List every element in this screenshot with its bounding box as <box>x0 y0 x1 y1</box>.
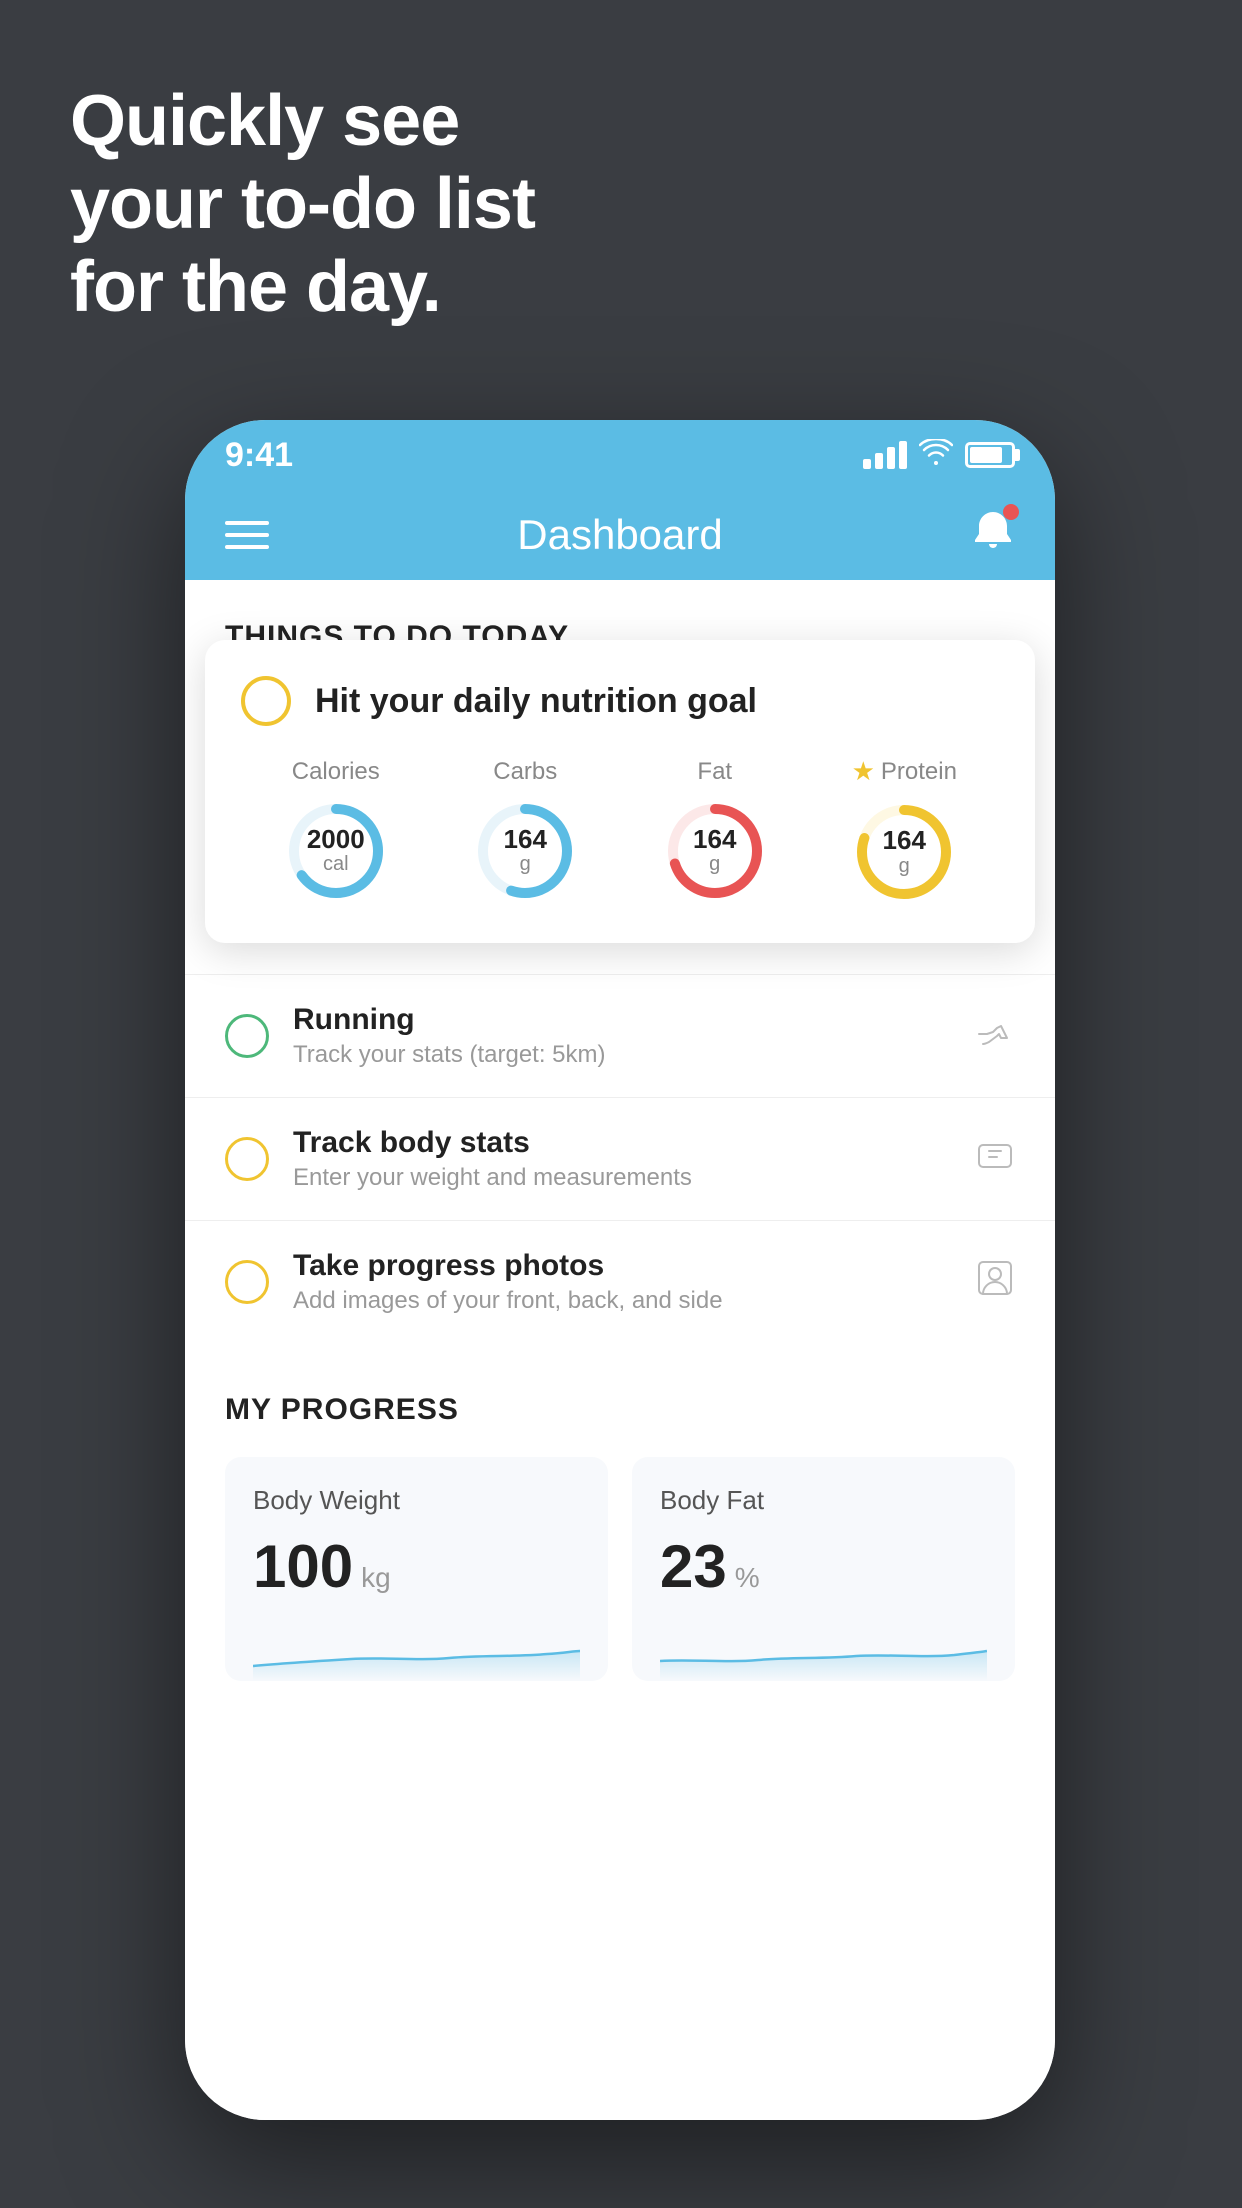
progress-fat-value: 23 % <box>660 1532 987 1601</box>
stat-protein: ★ Protein 164 g <box>849 756 959 907</box>
todo-circle-body-stats <box>225 1137 269 1181</box>
fat-chart <box>660 1621 987 1681</box>
todo-sub-photos: Add images of your front, back, and side <box>293 1287 951 1315</box>
fat-unit: % <box>735 1562 760 1594</box>
weight-chart <box>253 1621 580 1681</box>
donut-fat-value: 164 <box>693 825 736 854</box>
todo-item-photos[interactable]: Take progress photos Add images of your … <box>185 1220 1055 1343</box>
progress-card-fat[interactable]: Body Fat 23 % <box>632 1457 1015 1681</box>
status-icons <box>863 439 1015 472</box>
donut-fat: 164 g <box>660 796 770 906</box>
nutrition-card[interactable]: Hit your daily nutrition goal Calories 2… <box>205 640 1035 943</box>
status-time: 9:41 <box>225 436 293 475</box>
my-progress-title: MY PROGRESS <box>225 1393 1015 1427</box>
progress-cards: Body Weight 100 kg <box>225 1457 1015 1681</box>
todo-name-photos: Take progress photos <box>293 1249 951 1283</box>
stat-fat-label: Fat <box>697 758 732 786</box>
fat-number: 23 <box>660 1532 727 1601</box>
nutrition-stats: Calories 2000 cal Carbs <box>241 756 999 907</box>
nutrition-title: Hit your daily nutrition goal <box>315 682 757 721</box>
todo-sub-running: Track your stats (target: 5km) <box>293 1041 951 1069</box>
hero-text: Quickly see your to-do list for the day. <box>70 80 535 328</box>
stat-calories-label: Calories <box>292 758 380 786</box>
todo-item-running[interactable]: Running Track your stats (target: 5km) <box>185 974 1055 1097</box>
todo-name-running: Running <box>293 1003 951 1037</box>
phone-mockup: 9:41 Dashboard <box>185 420 1055 2120</box>
stat-carbs-label: Carbs <box>493 758 557 786</box>
todo-text-photos: Take progress photos Add images of your … <box>293 1249 951 1315</box>
scale-icon <box>975 1135 1015 1184</box>
todo-circle-photos <box>225 1260 269 1304</box>
progress-weight-title: Body Weight <box>253 1485 580 1516</box>
notification-button[interactable] <box>971 508 1015 562</box>
todo-sub-body-stats: Enter your weight and measurements <box>293 1164 951 1192</box>
progress-weight-value: 100 kg <box>253 1532 580 1601</box>
weight-unit: kg <box>361 1562 391 1594</box>
donut-carbs-value: 164 <box>504 825 547 854</box>
progress-fat-title: Body Fat <box>660 1485 987 1516</box>
nav-title: Dashboard <box>517 511 722 559</box>
signal-icon <box>863 441 907 469</box>
donut-calories-value: 2000 <box>307 825 365 854</box>
person-icon <box>975 1258 1015 1307</box>
todo-list: Running Track your stats (target: 5km) T… <box>185 974 1055 1343</box>
todo-item-body-stats[interactable]: Track body stats Enter your weight and m… <box>185 1097 1055 1220</box>
notification-dot <box>1003 504 1019 520</box>
running-icon <box>975 1015 1015 1057</box>
todo-name-body-stats: Track body stats <box>293 1126 951 1160</box>
stat-protein-label: ★ Protein <box>852 756 957 787</box>
donut-calories: 2000 cal <box>281 796 391 906</box>
stat-fat: Fat 164 g <box>660 758 770 906</box>
phone-content: THINGS TO DO TODAY Hit your daily nutrit… <box>185 580 1055 2120</box>
my-progress-section: MY PROGRESS Body Weight 100 kg <box>185 1343 1055 1721</box>
battery-icon <box>965 442 1015 468</box>
donut-protein-value: 164 <box>883 826 926 855</box>
stat-carbs: Carbs 164 g <box>470 758 580 906</box>
wifi-icon <box>919 439 953 472</box>
nav-bar: Dashboard <box>185 490 1055 580</box>
menu-button[interactable] <box>225 521 269 549</box>
nutrition-check-circle[interactable] <box>241 676 291 726</box>
nutrition-card-header: Hit your daily nutrition goal <box>241 676 999 726</box>
todo-text-body-stats: Track body stats Enter your weight and m… <box>293 1126 951 1192</box>
progress-card-weight[interactable]: Body Weight 100 kg <box>225 1457 608 1681</box>
donut-carbs: 164 g <box>470 796 580 906</box>
todo-circle-running <box>225 1014 269 1058</box>
todo-text-running: Running Track your stats (target: 5km) <box>293 1003 951 1069</box>
stat-calories: Calories 2000 cal <box>281 758 391 906</box>
donut-protein: 164 g <box>849 797 959 907</box>
star-icon: ★ <box>852 756 875 787</box>
status-bar: 9:41 <box>185 420 1055 490</box>
weight-number: 100 <box>253 1532 353 1601</box>
